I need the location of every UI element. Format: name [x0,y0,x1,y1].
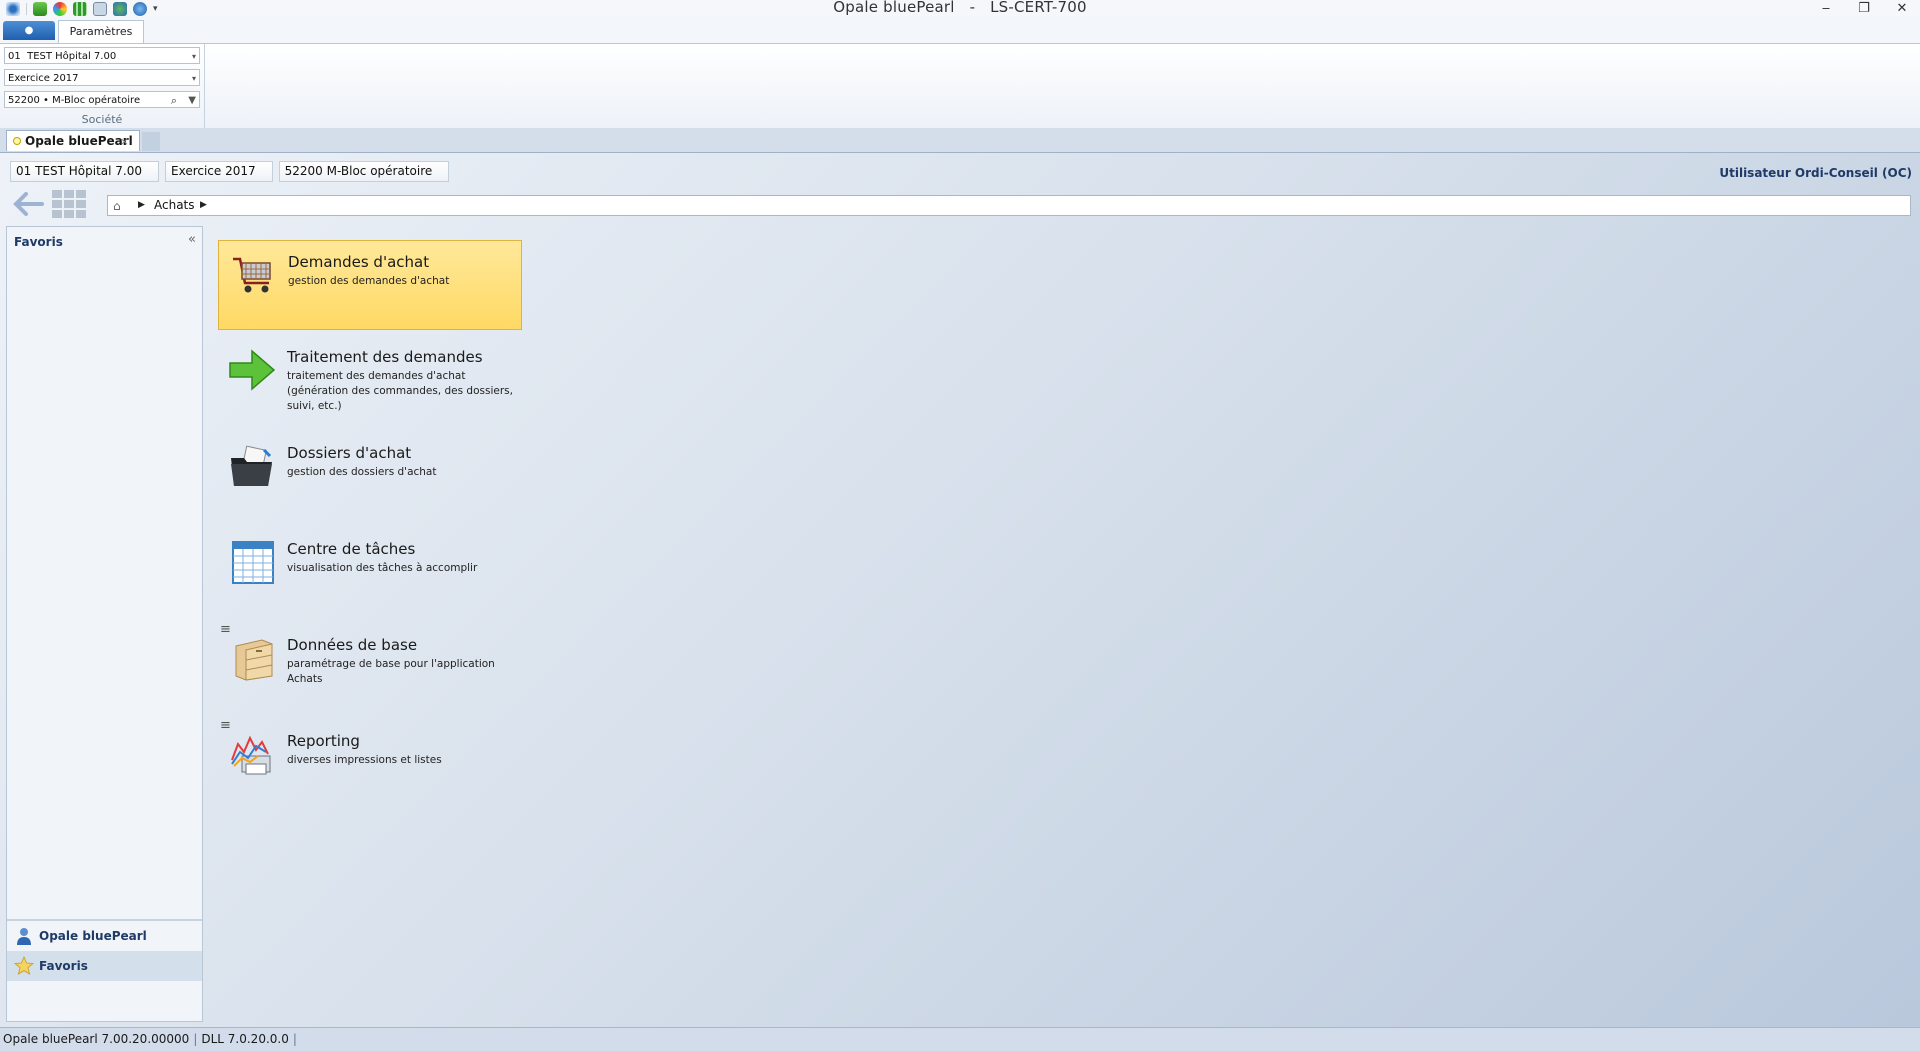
tile-demandes-achat[interactable]: Demandes d'achat gestion des demandes d'… [218,240,522,330]
tile-title: Données de base [287,636,418,654]
tab-parametres[interactable]: Paramètres [58,20,144,43]
exercise-select[interactable]: Exercice 2017 ▾ [4,69,200,86]
breadcrumb-arrow-icon[interactable]: ▶ [138,196,145,215]
sidebar-item-opale-bluepearl[interactable]: Opale bluePearl [7,921,202,951]
sidebar-nav: Opale bluePearl Favoris [7,919,202,1021]
tile-description: gestion des dossiers d'achat [287,466,437,478]
user-icon [17,928,31,945]
tile-description: diverses impressions et listes [287,754,442,766]
tab-overflow[interactable] [142,132,160,151]
status-dll: DLL 7.0.20.0.0 [201,1032,289,1046]
tile-title: Traitement des demandes [287,348,483,366]
chevron-down-icon[interactable]: ▾ [192,48,196,65]
star-icon [14,956,34,975]
sidebar-item-label: Opale bluePearl [39,929,147,943]
minimize-button[interactable]: ‒ [1818,0,1834,17]
cabinet-icon [235,639,273,681]
window-title: Opale bluePearl - LS-CERT-700 [833,0,1087,16]
tile-centre-taches[interactable]: Centre de tâches visualisation des tâche… [218,528,522,618]
close-button[interactable]: ✕ [1894,0,1910,17]
service-select-value: 52200 • M-Bloc opératoire [8,95,141,106]
context-row: 01 TEST Hôpital 7.00 Exercice 2017 52200… [10,161,450,182]
context-company: 01 TEST Hôpital 7.00 [10,161,159,182]
tile-description: paramétrage de base pour l'application A… [287,658,495,685]
title-bar: ▾ Opale bluePearl - LS-CERT-700 ‒ ❐ ✕ [0,0,1920,17]
search-icon[interactable]: ⌕ [171,92,177,109]
breadcrumb-arrow-icon[interactable]: ▶ [200,196,207,215]
sidebar-favorites: Favoris « Opale bluePearl Favoris [6,226,203,1022]
status-separator: | [193,1032,198,1046]
tile-traitement-demandes[interactable]: Traitement des demandes traitement des d… [218,336,522,426]
tile-dossiers-achat[interactable]: Dossiers d'achat gestion des dossiers d'… [218,432,522,522]
company-select[interactable]: 01 TEST Hôpital 7.00 ▾ [4,47,200,64]
green-arrow-icon [229,349,276,391]
report-icon [231,735,271,775]
tab-status-icon [13,137,21,145]
back-arrow-icon[interactable] [12,190,44,218]
status-version: Opale bluePearl 7.00.20.00000 [3,1032,190,1046]
ribbon-tabs: ● Paramètres [0,20,1920,43]
status-bar: Opale bluePearl 7.00.20.00000 | DLL 7.0.20… [0,1027,1920,1051]
context-service: 52200 M-Bloc opératoire [278,161,450,182]
societe-group: 01 TEST Hôpital 7.00 ▾ Exercice 2017 ▾ 5… [0,44,205,128]
breadcrumb-item-achats[interactable]: Achats [154,196,195,215]
tile-description: traitement des demandes d'achat (générat… [287,370,513,412]
sidebar-title: Favoris [14,235,63,249]
shopping-cart-icon [233,257,271,293]
tile-donnees-base[interactable]: Données de base paramétrage de base pour… [218,624,522,714]
group-label-societe: Société [81,113,123,126]
app-menu-icon: ● [24,25,34,36]
window-controls: ‒ ❐ ✕ [1818,0,1910,17]
main-area: 01 TEST Hôpital 7.00 Exercice 2017 52200… [0,153,1920,1027]
tile-title: Reporting [287,732,360,750]
ribbon-body: 01 TEST Hôpital 7.00 ▾ Exercice 2017 ▾ 5… [0,43,1920,129]
sidebar-item-label: Favoris [39,959,88,973]
status-separator: | [292,1032,297,1046]
context-exercise: Exercice 2017 [165,161,273,182]
company-select-value: 01 TEST Hôpital 7.00 [8,51,117,62]
tab-label: Opale bluePearl [25,134,133,148]
tile-title: Dossiers d'achat [287,444,412,462]
breadcrumb: ⌂ ▶ Achats ▶ [107,195,1911,216]
tile-reporting[interactable]: Reporting diverses impressions et listes [218,720,522,810]
tile-title: Demandes d'achat [288,253,430,271]
tile-title: Centre de tâches [287,540,416,558]
exercise-select-value: Exercice 2017 [8,73,79,84]
restore-button[interactable]: ❐ [1856,0,1872,17]
tile-description: gestion des demandes d'achat [288,275,450,287]
chevron-down-icon[interactable]: ▾ [192,70,196,87]
current-user[interactable]: Utilisateur Ordi-Conseil (OC) [1719,166,1912,180]
close-tab-icon[interactable]: × [120,131,129,152]
application-menu-button[interactable]: ● [3,21,55,40]
folder-icon [231,445,272,486]
tab-opale-bluepearl[interactable]: Opale bluePearl × [6,130,140,151]
grid-view-icon[interactable] [52,190,86,218]
task-table-icon [232,541,274,584]
chevron-down-icon[interactable]: ▼ [188,92,196,109]
document-tab-strip: Opale bluePearl × [0,128,1920,153]
sidebar-item-favoris[interactable]: Favoris [7,951,202,981]
service-select[interactable]: 52200 • M-Bloc opératoire ⌕ ▼ [4,91,200,108]
collapse-icon[interactable]: « [188,232,196,247]
home-icon[interactable]: ⌂ [113,197,121,216]
tile-description: visualisation des tâches à accomplir [287,562,478,574]
